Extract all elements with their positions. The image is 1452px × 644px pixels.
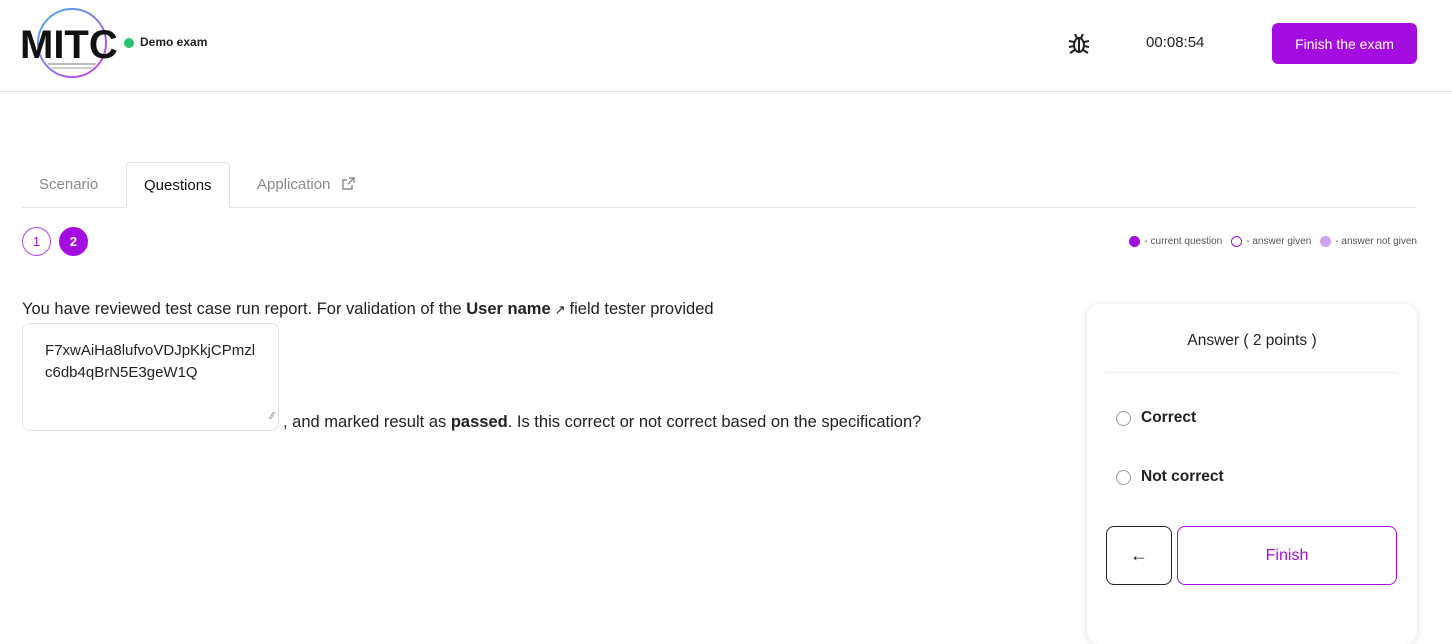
svg-text:MITC: MITC — [20, 23, 118, 67]
provided-value: F7xwAiHa8lufvoVDJpKkjCPmzlc6db4qBrN5E3ge… — [45, 342, 256, 381]
status-dot — [124, 38, 134, 48]
exam-name: Demo exam — [140, 35, 208, 49]
option-not-correct[interactable]: Not correct — [1116, 468, 1224, 486]
question-text: You have reviewed test case run report. … — [22, 300, 714, 319]
external-link-icon — [341, 164, 356, 210]
light-circle-icon — [1320, 236, 1332, 247]
arrow-up-right-icon: ↗ — [554, 302, 566, 317]
question-text-continued: , and marked result as passed. Is this c… — [283, 413, 921, 432]
option-not-correct-label: Not correct — [1141, 468, 1224, 485]
legend-given: - answer given — [1231, 236, 1311, 247]
legend-current: - current question — [1129, 236, 1222, 247]
finish-button[interactable]: Finish — [1177, 526, 1397, 585]
provided-value-box[interactable]: F7xwAiHa8lufvoVDJpKkjCPmzlc6db4qBrN5E3ge… — [22, 323, 279, 431]
radio-not-correct[interactable] — [1116, 469, 1131, 485]
finish-exam-button[interactable]: Finish the exam — [1272, 23, 1417, 64]
question-bubble-2[interactable]: 2 — [59, 227, 88, 256]
tab-bar: Scenario Questions Application — [22, 162, 1417, 209]
back-button[interactable]: ← — [1106, 526, 1172, 585]
question-bubble-1[interactable]: 1 — [22, 227, 51, 256]
question-text-part3: , and marked result as — [283, 413, 447, 431]
question-text-part1: You have reviewed test case run report. … — [22, 300, 462, 318]
answer-card-title: Answer ( 2 points ) — [1187, 332, 1317, 349]
tab-scenario-label: Scenario — [39, 176, 99, 193]
answer-card: Answer ( 2 points ) Correct Not correct … — [1087, 304, 1417, 644]
header: MITC Demo exam 00:08:54 Finish the exam — [0, 0, 1452, 92]
option-correct-label: Correct — [1141, 409, 1197, 426]
legend-not-given: - answer not given — [1320, 236, 1417, 247]
question-text-part4: . Is this correct or not correct based o… — [507, 413, 922, 431]
tab-scenario[interactable]: Scenario — [22, 162, 115, 208]
option-correct[interactable]: Correct — [1116, 409, 1196, 427]
legend-not-given-label: - answer not given — [1335, 236, 1417, 247]
question-text-part2: field tester provided — [569, 300, 714, 318]
tab-questions-label: Questions — [144, 177, 212, 194]
tab-questions[interactable]: Questions — [126, 162, 230, 209]
question-legend: - current question - answer given - answ… — [1120, 236, 1417, 247]
tab-application[interactable]: Application — [240, 162, 373, 208]
filled-circle-icon — [1129, 236, 1141, 247]
resize-handle-icon[interactable]: ⁄⁄ — [271, 406, 274, 428]
outline-circle-icon — [1231, 236, 1243, 247]
legend-given-label: - answer given — [1246, 236, 1312, 247]
radio-correct[interactable] — [1116, 410, 1131, 426]
exam-timer: 00:08:54 — [1146, 34, 1205, 51]
tab-application-label: Application — [257, 176, 331, 193]
divider — [1105, 372, 1397, 373]
arrow-left-icon: ← — [1130, 545, 1148, 565]
legend-current-label: - current question — [1144, 236, 1223, 247]
mitc-logo: MITC — [18, 6, 118, 82]
result-value: passed — [450, 413, 508, 431]
bug-icon[interactable] — [1066, 30, 1092, 56]
field-name-link[interactable]: User name — [466, 300, 550, 318]
